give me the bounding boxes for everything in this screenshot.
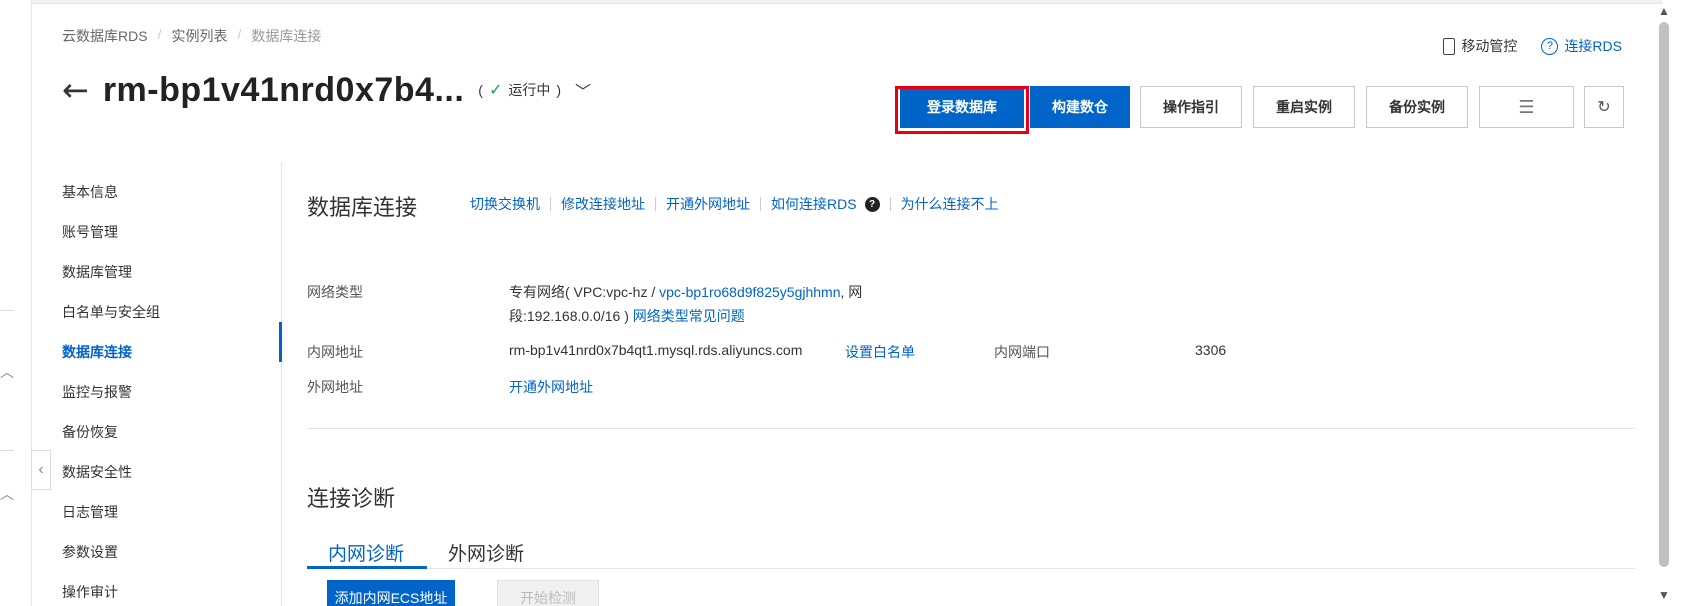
breadcrumb: 云数据库RDS / 实例列表 / 数据库连接 [62,26,321,46]
start-detection-button[interactable]: 开始检测 [497,580,599,606]
sidebar-item-accounts[interactable]: 账号管理 [62,212,160,252]
sidebar-item-databases[interactable]: 数据库管理 [62,252,160,292]
list-icon: ☰ [1518,96,1535,117]
network-segment-value: 段:192.168.0.0/16 ) 网络类型常见问题 [509,306,745,326]
switch-vswitch-link[interactable]: 切换交换机 [470,194,540,214]
sidebar-item-backup[interactable]: 备份恢复 [62,412,160,452]
active-tab-indicator [307,566,427,569]
vpc-link[interactable]: vpc-bp1ro68d9f825y5gjhhmn [659,284,840,300]
sidebar-item-audit[interactable]: 操作审计 [62,572,160,606]
tab-internet-diagnosis[interactable]: 外网诊断 [448,539,524,566]
sidebar-divider [281,162,282,606]
check-icon: ✓ [488,82,503,99]
breadcrumb-item-current: 数据库连接 [251,28,322,44]
title-row: ← rm-bp1v41nrd0x7b4... ( ✓ 运行中 ) ﹀ [62,70,591,110]
scroll-up-icon[interactable]: ▲ [1658,4,1670,18]
sidebar-item-logs[interactable]: 日志管理 [62,492,160,532]
network-type-value: 专有网络( VPC:vpc-hz / vpc-bp1ro68d9f825y5gj… [509,282,862,302]
network-segment-text: 段:192.168.0.0/16 ) [509,308,629,324]
status-paren-close: ) [556,82,562,98]
help-circle-icon: ? [1541,37,1559,55]
set-whitelist-link[interactable]: 设置白名单 [845,342,915,362]
why-cannot-connect-link[interactable]: 为什么连接不上 [901,194,999,214]
status-paren-open: ( [478,82,483,98]
internet-address-label: 外网地址 [307,379,363,395]
sidebar-nav: 基本信息 账号管理 数据库管理 白名单与安全组 数据库连接 监控与报警 备份恢复… [62,172,160,606]
back-arrow-icon[interactable]: ← [62,70,89,110]
status-text: 运行中 [508,82,551,98]
divider [889,197,891,211]
intranet-address-value: rm-bp1v41nrd0x7b4qt1.mysql.rds.aliyuncs.… [509,342,803,358]
divider [760,197,761,211]
divider [0,310,14,311]
breadcrumb-separator: / [237,26,242,42]
divider [655,197,656,211]
top-border [32,0,1662,4]
modify-address-link[interactable]: 修改连接地址 [561,194,645,214]
status-badge: ( ✓ 运行中 ) [478,80,561,100]
intranet-address-label: 内网地址 [307,344,363,360]
network-faq-link[interactable]: 网络类型常见问题 [633,308,745,324]
network-type-mid: , 网 [840,284,863,300]
chevron-up-icon[interactable]: ︿ [0,484,14,504]
section-title-connection: 数据库连接 [307,195,418,220]
chevron-down-icon[interactable]: ﹀ [575,78,591,102]
chevron-left-icon: ‹ [38,461,44,478]
open-internet-address-link[interactable]: 开通外网地址 [509,377,593,397]
mobile-control-link[interactable]: 移动管控 [1443,36,1517,56]
section-divider [307,428,1635,429]
outer-left-panel [0,0,32,606]
restart-instance-button[interactable]: 重启实例 [1253,86,1355,128]
sidebar-item-monitoring[interactable]: 监控与报警 [62,372,160,412]
add-ecs-address-button[interactable]: 添加内网ECS地址 [327,580,455,606]
tab-intranet-diagnosis[interactable]: 内网诊断 [328,539,404,566]
chevron-up-icon[interactable]: ︿ [0,362,14,382]
breadcrumb-item-rds[interactable]: 云数据库RDS [62,26,148,46]
sidebar-active-indicator [279,322,282,362]
sidebar-item-whitelist[interactable]: 白名单与安全组 [62,292,160,332]
more-menu-button[interactable]: ☰ [1479,86,1574,128]
tabs-baseline [307,568,1635,569]
refresh-button[interactable]: ↻ [1584,86,1624,128]
guide-button[interactable]: 操作指引 [1140,86,1242,128]
connect-rds-link[interactable]: ? 连接RDS [1541,36,1622,56]
collapse-sidebar-button[interactable]: ‹ [31,450,51,490]
scrollbar-thumb[interactable] [1659,22,1669,567]
network-type-label: 网络类型 [307,284,363,300]
intranet-port-label: 内网端口 [994,344,1050,360]
top-links: 移动管控 ? 连接RDS [1443,36,1622,56]
sidebar-item-data-security[interactable]: 数据安全性 [62,452,160,492]
scroll-down-icon[interactable]: ▼ [1658,588,1670,602]
intranet-port-value: 3306 [1195,342,1227,358]
breadcrumb-item-instances[interactable]: 实例列表 [171,26,227,46]
connect-rds-label: 连接RDS [1564,38,1622,54]
highlight-annotation [895,86,1029,134]
network-type-prefix: 专有网络( VPC:vpc-hz / [509,284,660,300]
open-internet-link[interactable]: 开通外网地址 [666,194,750,214]
refresh-icon: ↻ [1597,99,1611,116]
connection-links: 切换交换机 修改连接地址 开通外网地址 如何连接RDS ? 为什么连接不上 [470,194,999,214]
sidebar-item-parameters[interactable]: 参数设置 [62,532,160,572]
sidebar-item-basic-info[interactable]: 基本信息 [62,172,160,212]
breadcrumb-separator: / [157,26,162,42]
mobile-control-label: 移动管控 [1461,38,1518,54]
help-icon[interactable]: ? [864,196,880,212]
build-warehouse-button[interactable]: 构建数仓 [1030,86,1130,128]
mobile-icon [1443,37,1456,55]
sidebar-item-db-connection[interactable]: 数据库连接 [62,332,160,372]
backup-instance-button[interactable]: 备份实例 [1366,86,1468,128]
page-title: rm-bp1v41nrd0x7b4... [102,70,465,109]
how-to-connect-link[interactable]: 如何连接RDS [771,194,857,214]
divider [0,450,14,451]
section-title-diagnosis: 连接诊断 [307,486,396,511]
divider [550,197,551,211]
